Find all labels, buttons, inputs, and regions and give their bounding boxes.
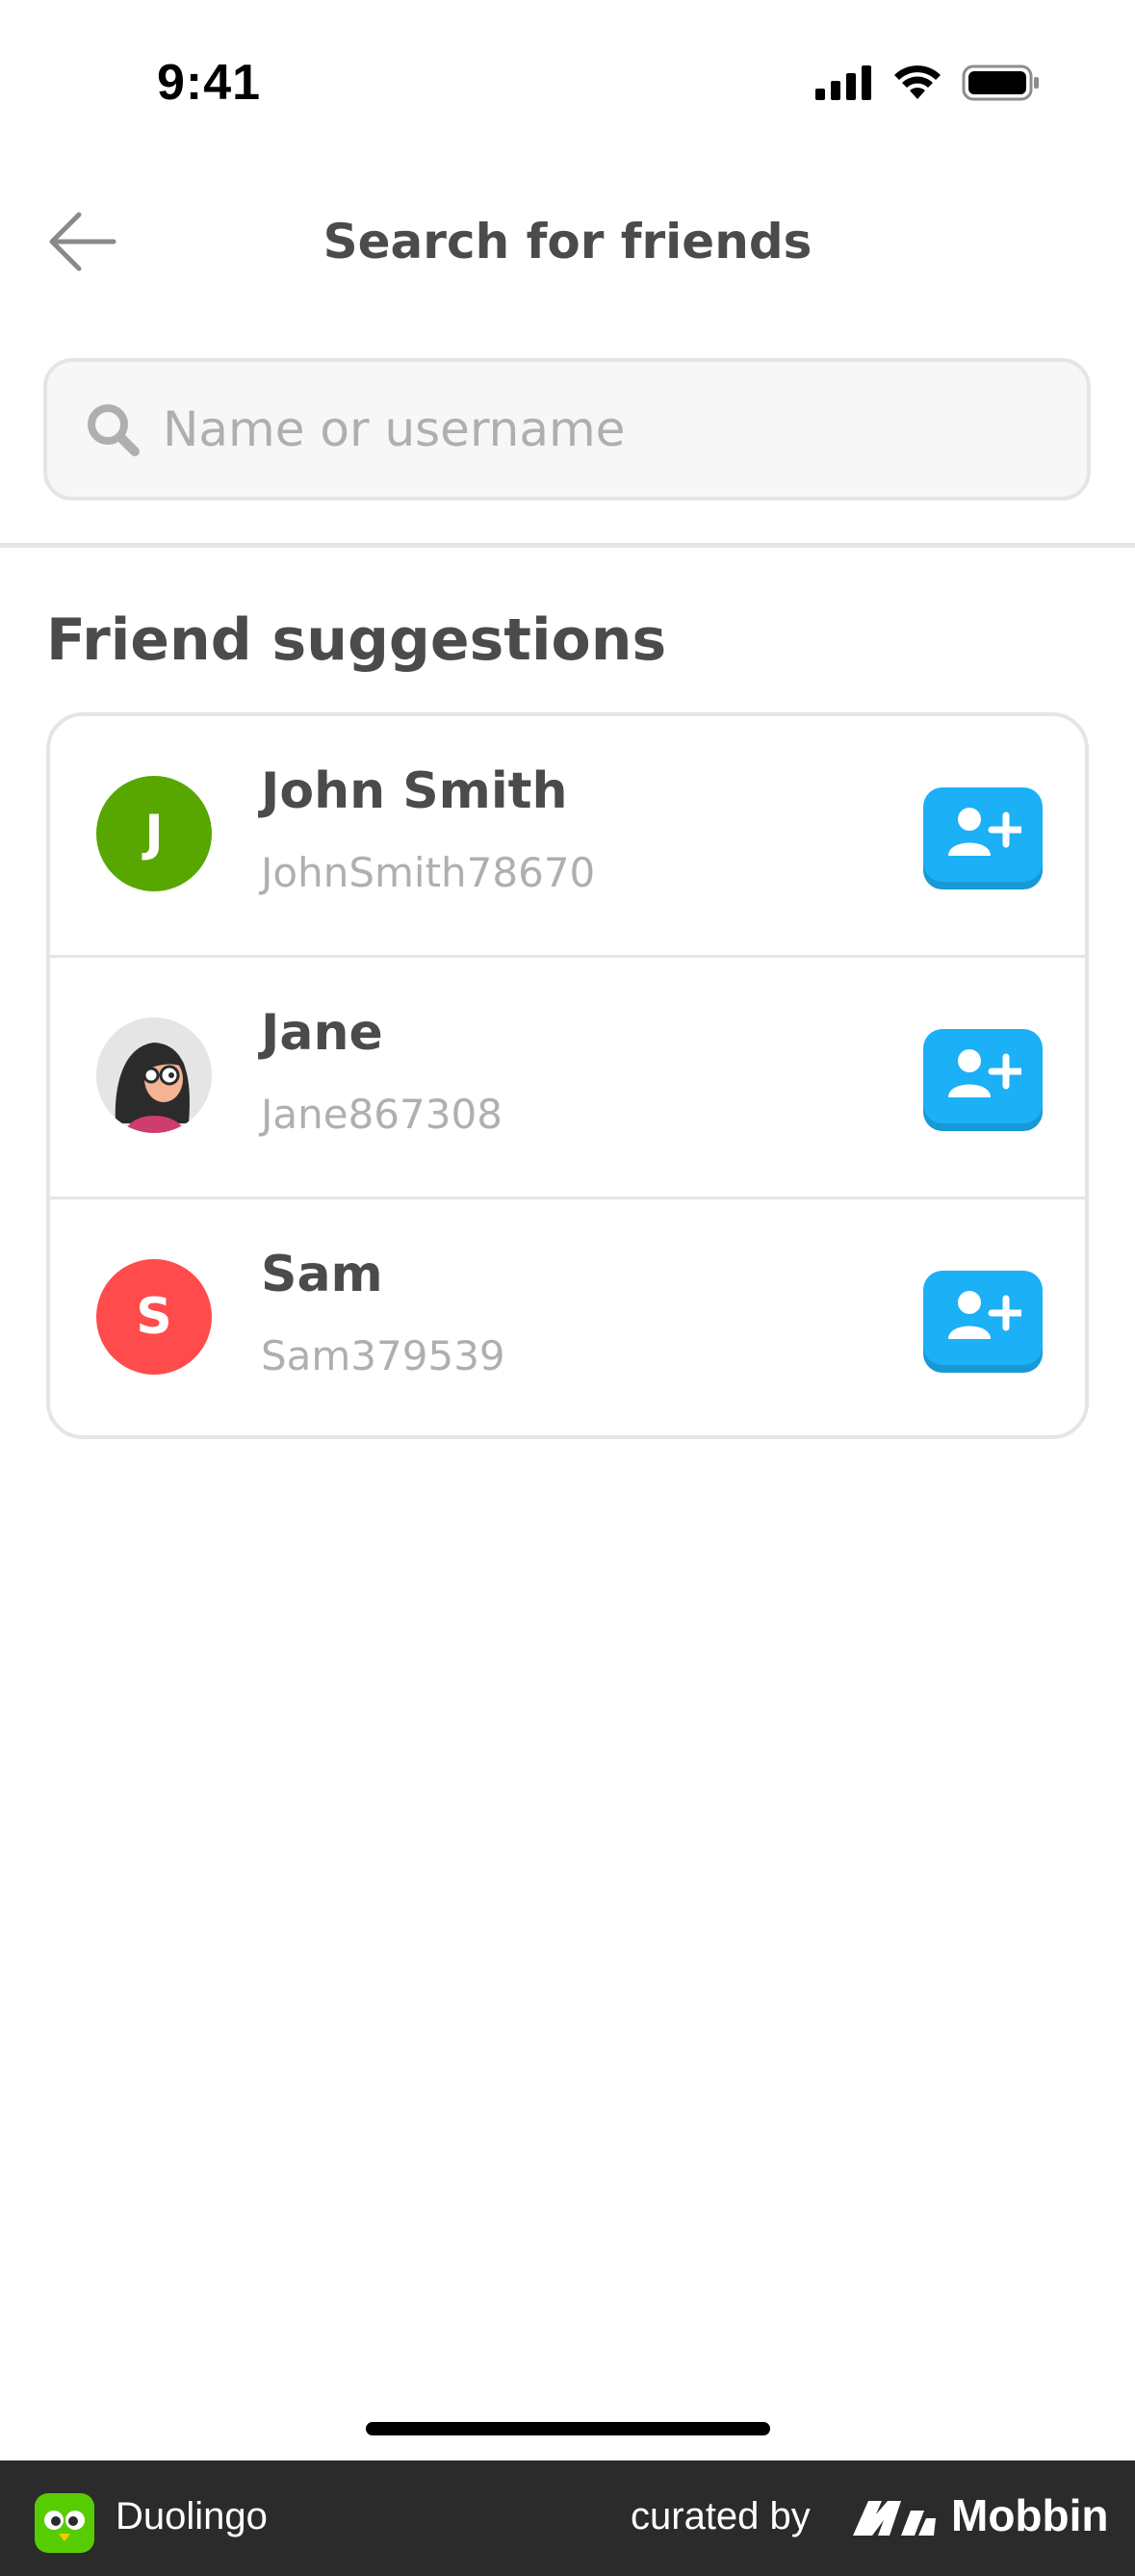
search-box[interactable]	[43, 358, 1091, 501]
footer: Duolingo curated by Mobbin	[0, 2460, 1135, 2576]
page-title: Search for friends	[322, 214, 813, 270]
suggestion-list: J John Smith JohnSmith78670 Jane Jane867…	[46, 712, 1089, 1439]
status-time: 9:41	[157, 55, 262, 111]
list-item[interactable]: S Sam Sam379539	[50, 1199, 1085, 1435]
section-title: Friend suggestions	[46, 606, 667, 674]
friend-name: Jane	[261, 1004, 383, 1062]
home-indicator[interactable]	[366, 2422, 770, 2435]
list-item[interactable]: Jane Jane867308	[50, 958, 1085, 1199]
search-input[interactable]	[163, 401, 1087, 457]
friend-username: Sam379539	[261, 1332, 505, 1379]
cellular-signal-icon	[815, 65, 873, 104]
avatar: J	[96, 776, 212, 891]
footer-app-name: Duolingo	[116, 2495, 268, 2537]
add-friend-button[interactable]	[923, 1271, 1043, 1365]
status-icons	[815, 64, 1041, 106]
footer-curated-by: curated by	[631, 2495, 811, 2537]
header: Search for friends	[0, 193, 1135, 298]
avatar: S	[96, 1259, 212, 1375]
add-friend-button[interactable]	[923, 1029, 1043, 1123]
avatar-letter: S	[136, 1288, 172, 1346]
status-bar: 9:41	[0, 0, 1135, 164]
add-friend-icon	[944, 1047, 1024, 1105]
avatar	[96, 1018, 212, 1133]
duolingo-logo-icon	[35, 2493, 94, 2553]
footer-brand: Mobbin	[951, 2490, 1109, 2540]
search-icon	[84, 400, 142, 458]
friend-username: JohnSmith78670	[261, 849, 596, 896]
add-friend-icon	[944, 1289, 1024, 1347]
avatar-illustration	[96, 1018, 212, 1133]
add-friend-icon	[944, 806, 1024, 863]
battery-icon	[962, 64, 1041, 105]
wifi-icon	[892, 64, 942, 105]
friend-name: Sam	[261, 1246, 383, 1303]
add-friend-button[interactable]	[923, 787, 1043, 882]
mobbin-logo-icon	[851, 2497, 938, 2541]
friend-username: Jane867308	[261, 1091, 503, 1138]
divider	[0, 543, 1135, 548]
friend-name: John Smith	[261, 762, 568, 820]
avatar-letter: J	[144, 805, 164, 863]
list-item[interactable]: J John Smith JohnSmith78670	[50, 716, 1085, 958]
